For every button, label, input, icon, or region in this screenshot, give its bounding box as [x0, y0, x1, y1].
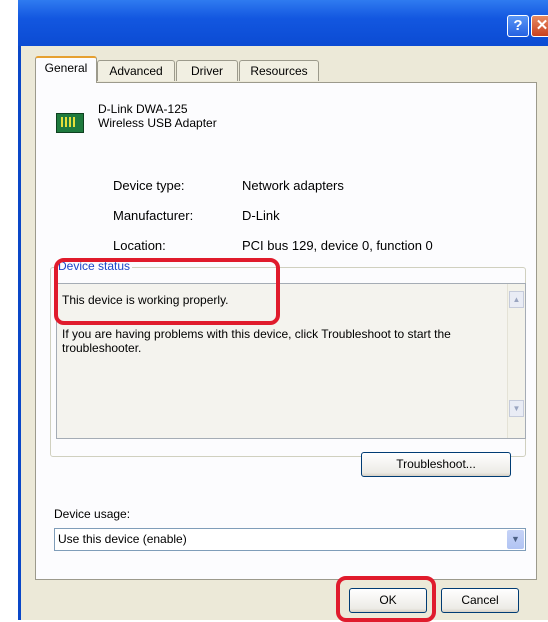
troubleshoot-button[interactable]: Troubleshoot... [361, 452, 511, 477]
manufacturer-label: Manufacturer: [113, 208, 194, 223]
status-highlight-box [54, 258, 280, 325]
ok-highlight-box [336, 576, 436, 622]
manufacturer-value: D-Link [242, 208, 280, 223]
title-bar[interactable]: ? ✕ [18, 0, 548, 46]
close-button[interactable]: ✕ [531, 15, 548, 37]
chevron-down-icon[interactable]: ▼ [507, 530, 524, 549]
general-tab-panel: D-Link DWA-125 Wireless USB Adapter Devi… [35, 82, 537, 580]
status-help-text: If you are having problems with this dev… [62, 327, 451, 355]
location-label: Location: [113, 238, 166, 253]
tab-advanced[interactable]: Advanced [97, 60, 175, 81]
device-usage-label: Device usage: [54, 507, 131, 521]
scroll-up-icon[interactable]: ▲ [509, 291, 524, 308]
close-icon: ✕ [535, 17, 548, 34]
tab-resources[interactable]: Resources [239, 60, 319, 81]
device-usage-value: Use this device (enable) [58, 532, 187, 546]
cancel-button[interactable]: Cancel [441, 588, 519, 613]
help-icon: ? [513, 17, 523, 34]
device-name: D-Link DWA-125 Wireless USB Adapter [98, 102, 217, 130]
device-model: D-Link DWA-125 [98, 102, 188, 116]
device-type-value: Network adapters [242, 178, 344, 193]
help-button[interactable]: ? [507, 15, 529, 37]
tab-general[interactable]: General [35, 56, 97, 83]
status-scrollbar[interactable]: ▲ ▼ [507, 284, 525, 438]
tab-driver[interactable]: Driver [176, 60, 238, 81]
location-value: PCI bus 129, device 0, function 0 [242, 238, 433, 253]
device-description: Wireless USB Adapter [98, 116, 217, 130]
scroll-down-icon[interactable]: ▼ [509, 400, 524, 417]
device-type-label: Device type: [113, 178, 185, 193]
device-usage-dropdown[interactable]: Use this device (enable) ▼ [54, 528, 526, 551]
network-card-icon [56, 113, 84, 133]
